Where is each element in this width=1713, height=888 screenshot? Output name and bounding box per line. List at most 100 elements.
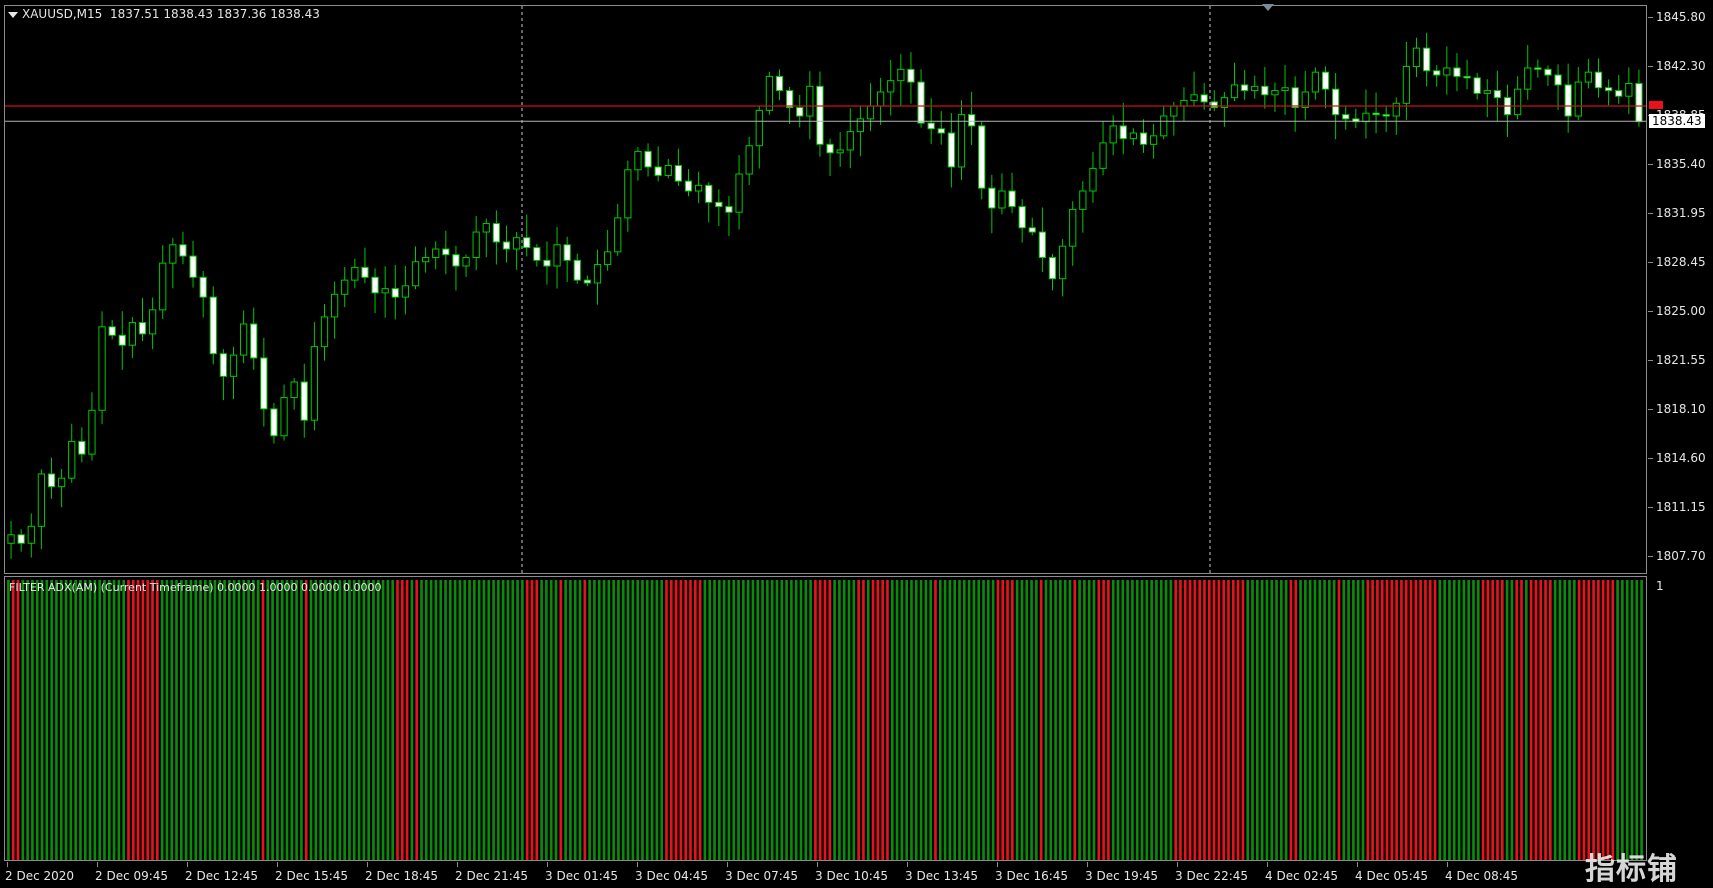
bull-candle bbox=[1271, 90, 1279, 96]
bear-candle bbox=[1372, 112, 1380, 116]
bear-candle bbox=[118, 334, 126, 346]
time-label: 4 Dec 08:45 bbox=[1445, 869, 1519, 883]
bull-candle bbox=[1069, 208, 1077, 247]
bull-candle bbox=[1230, 84, 1239, 99]
bear-candle bbox=[705, 184, 713, 203]
bear-candle bbox=[250, 323, 258, 359]
bear-candle bbox=[17, 534, 25, 544]
bull-candle bbox=[603, 251, 612, 266]
bull-candle bbox=[593, 264, 602, 284]
bear-candle bbox=[1342, 114, 1350, 120]
bear-candle bbox=[826, 143, 834, 154]
bear-candle bbox=[947, 132, 956, 168]
bear-candle bbox=[1463, 75, 1471, 79]
bull-candle bbox=[1099, 142, 1107, 169]
time-tick bbox=[367, 862, 368, 867]
time-label: 2 Dec 09:45 bbox=[95, 869, 169, 883]
bear-candle bbox=[1604, 87, 1613, 92]
bull-candle bbox=[280, 397, 288, 437]
bear-candle bbox=[1331, 88, 1340, 116]
bull-candle bbox=[614, 217, 622, 253]
bull-candle bbox=[876, 91, 885, 107]
symbol-ohlc: 1837.51 1838.43 1837.36 1838.43 bbox=[109, 7, 320, 21]
bull-candle bbox=[88, 409, 96, 455]
bull-candle bbox=[553, 244, 561, 267]
bull-candle bbox=[68, 440, 76, 479]
bull-candle bbox=[664, 165, 672, 176]
bull-candle bbox=[1625, 82, 1633, 97]
bear-candle bbox=[1210, 101, 1218, 109]
price-tick bbox=[1648, 458, 1653, 459]
bull-candle bbox=[1281, 87, 1289, 92]
bull-candle bbox=[1089, 167, 1097, 192]
time-tick bbox=[457, 862, 458, 867]
bear-candle bbox=[775, 75, 784, 92]
price-tick bbox=[1648, 17, 1653, 18]
time-label: 3 Dec 01:45 bbox=[545, 869, 619, 883]
bear-candle bbox=[1615, 90, 1623, 97]
symbol-name: XAUUSD,M15 bbox=[22, 7, 103, 21]
time-label: 3 Dec 04:45 bbox=[635, 869, 709, 883]
price-label: 1828.45 bbox=[1656, 255, 1706, 269]
bear-candle bbox=[523, 237, 531, 249]
bull-candle bbox=[1058, 245, 1067, 280]
bear-candle bbox=[1554, 74, 1562, 86]
bull-candle bbox=[148, 309, 157, 335]
bear-candle bbox=[1544, 68, 1552, 76]
bear-candle bbox=[1433, 70, 1441, 76]
time-label: 4 Dec 02:45 bbox=[1265, 869, 1339, 883]
time-label: 3 Dec 13:45 bbox=[905, 869, 979, 883]
price-label: 1811.15 bbox=[1656, 500, 1706, 514]
bear-candle bbox=[1261, 85, 1269, 96]
bear-candle bbox=[108, 326, 116, 336]
price-tick bbox=[1648, 262, 1653, 263]
indicator-scale-top: 1 bbox=[1656, 579, 1664, 593]
time-tick bbox=[817, 862, 818, 867]
bull-candle bbox=[290, 381, 298, 399]
bull-candle bbox=[1513, 88, 1522, 116]
bull-candle bbox=[735, 173, 743, 213]
bull-candle bbox=[411, 261, 420, 287]
time-tick bbox=[907, 862, 908, 867]
bull-candle bbox=[1574, 81, 1582, 117]
price-label: 1818.10 bbox=[1656, 402, 1706, 416]
time-label: 2 Dec 21:45 bbox=[455, 869, 529, 883]
bear-candle bbox=[78, 440, 86, 455]
bull-candle bbox=[1129, 132, 1138, 140]
bear-candle bbox=[1119, 125, 1127, 140]
price-tick bbox=[1648, 409, 1653, 410]
price-label: 1814.60 bbox=[1656, 451, 1706, 465]
time-tick bbox=[997, 862, 998, 867]
bear-candle bbox=[270, 408, 278, 437]
price-tick bbox=[1648, 360, 1653, 361]
symbol-header: XAUUSD,M15 1837.51 1838.43 1837.36 1838.… bbox=[22, 7, 320, 21]
bear-candle bbox=[543, 259, 551, 267]
bull-candle bbox=[7, 534, 15, 544]
bull-candle bbox=[1109, 125, 1117, 144]
bull-candle bbox=[229, 354, 238, 377]
dropdown-triangle-icon[interactable] bbox=[8, 12, 18, 18]
bear-candle bbox=[533, 247, 541, 261]
bear-candle bbox=[391, 288, 399, 298]
bull-candle bbox=[755, 109, 763, 147]
time-label: 3 Dec 19:45 bbox=[1085, 869, 1159, 883]
bear-candle bbox=[715, 201, 723, 208]
bull-candle bbox=[1190, 94, 1198, 101]
bull-candle bbox=[401, 285, 410, 298]
bull-candle bbox=[897, 68, 905, 82]
bull-candle bbox=[1251, 85, 1259, 92]
bull-candle bbox=[462, 256, 470, 267]
bull-candle bbox=[381, 288, 389, 294]
bull-candle bbox=[27, 525, 35, 544]
price-tick bbox=[1648, 213, 1653, 214]
bull-candle bbox=[1301, 91, 1309, 109]
price-tick bbox=[1648, 66, 1653, 67]
bull-candle bbox=[351, 266, 359, 281]
bear-candle bbox=[927, 122, 935, 130]
bull-candle bbox=[887, 80, 895, 93]
bear-candle bbox=[654, 166, 662, 176]
bull-candle bbox=[1412, 47, 1421, 68]
bear-candle bbox=[1240, 84, 1249, 92]
time-tick bbox=[1357, 862, 1358, 867]
bear-candle bbox=[1321, 71, 1330, 90]
